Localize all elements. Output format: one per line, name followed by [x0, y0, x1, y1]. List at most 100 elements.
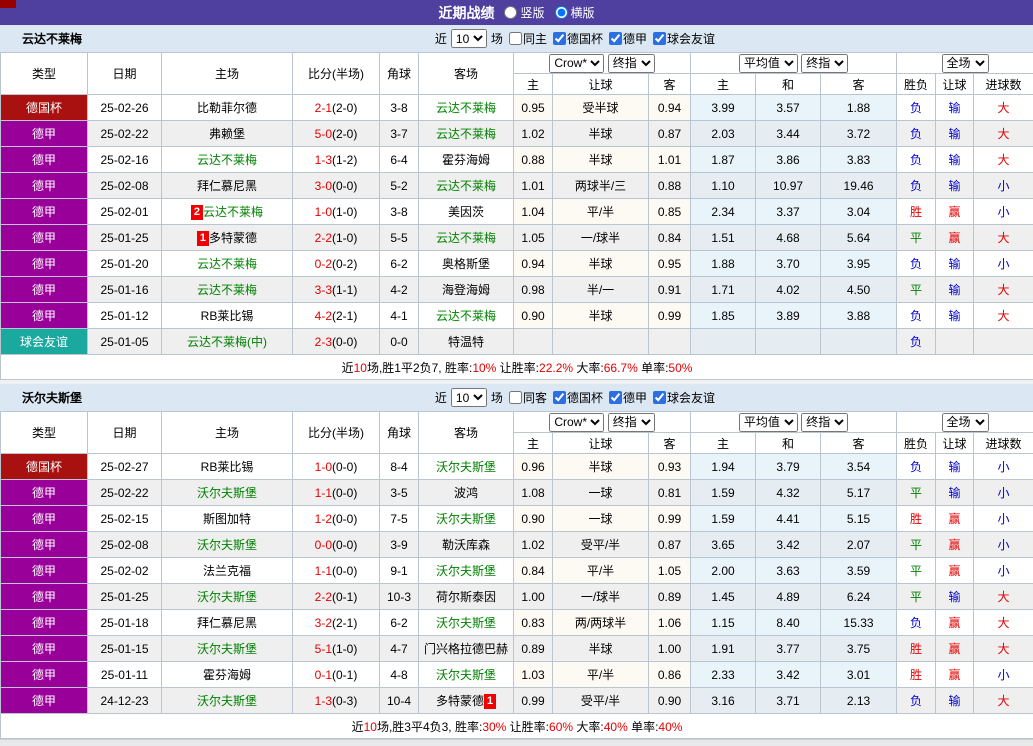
liga-checkbox[interactable]	[609, 32, 622, 45]
team-name[interactable]: 云达不莱梅	[436, 127, 496, 141]
team-name[interactable]: 多特蒙德	[436, 694, 484, 708]
team-name[interactable]: 云达不莱梅	[197, 283, 257, 297]
near-label: 近	[435, 30, 447, 47]
team-name[interactable]: 云达不莱梅(中)	[187, 335, 267, 349]
team-name[interactable]: 波鸿	[454, 486, 478, 500]
let-result-cell: 输	[936, 584, 974, 610]
layout-option-horizontal[interactable]: 横版	[555, 4, 595, 21]
league-filter-cup[interactable]: 德国杯	[549, 30, 603, 47]
team-name[interactable]: 奥格斯堡	[442, 257, 490, 271]
let-result-cell: 赢	[936, 506, 974, 532]
avg-draw-cell: 3.70	[756, 251, 821, 277]
avg-source-select[interactable]: 平均值	[739, 54, 798, 73]
let-result-cell: 赢	[936, 558, 974, 584]
goals-cell: 小	[974, 251, 1033, 277]
scope-select[interactable]: 全场	[942, 54, 989, 73]
team-name[interactable]: 沃尔夫斯堡	[436, 616, 496, 630]
home-team-cell: 云达不莱梅	[162, 251, 293, 277]
match-count-select[interactable]: 10	[451, 388, 487, 407]
team-name[interactable]: 法兰克福	[203, 564, 251, 578]
home-team-cell: 比勒菲尔德	[162, 95, 293, 121]
league-filter-cup[interactable]: 德国杯	[549, 389, 603, 406]
team-name[interactable]: 海登海姆	[442, 283, 490, 297]
team-name[interactable]: 云达不莱梅	[436, 231, 496, 245]
team-name[interactable]: 沃尔夫斯堡	[197, 538, 257, 552]
score-cell: 2-1(2-0)	[293, 95, 380, 121]
same-venue-checkbox[interactable]	[509, 391, 522, 404]
scope-select[interactable]: 全场	[942, 413, 989, 432]
horizontal-radio[interactable]	[555, 6, 568, 19]
team-name[interactable]: RB莱比锡	[201, 460, 254, 474]
league-filter-liga[interactable]: 德甲	[605, 30, 647, 47]
same-venue-checkbox[interactable]	[509, 32, 522, 45]
team-name[interactable]: 斯图加特	[203, 512, 251, 526]
team-name[interactable]: 比勒菲尔德	[197, 101, 257, 115]
odds-time-select[interactable]: 终指	[608, 54, 655, 73]
same-venue-filter[interactable]: 同主	[505, 30, 547, 47]
team-name[interactable]: 沃尔夫斯堡	[197, 590, 257, 604]
team-name[interactable]: 美因茨	[448, 205, 484, 219]
team-name[interactable]: 沃尔夫斯堡	[436, 512, 496, 526]
team-name[interactable]: 勒沃库森	[442, 538, 490, 552]
odds-source-select[interactable]: Crow*	[549, 54, 604, 73]
team-name[interactable]: 云达不莱梅	[436, 101, 496, 115]
avg-time-select[interactable]: 终指	[801, 54, 848, 73]
league-filter-friendly[interactable]: 球会友谊	[649, 389, 715, 406]
odds-source-select[interactable]: Crow*	[549, 413, 604, 432]
team-name[interactable]: 云达不莱梅	[436, 179, 496, 193]
team-name[interactable]: 沃尔夫斯堡	[436, 668, 496, 682]
team-name[interactable]: RB莱比锡	[201, 309, 254, 323]
team-name[interactable]: 多特蒙德	[209, 231, 257, 245]
team-name[interactable]: 沃尔夫斯堡	[197, 642, 257, 656]
score-cell: 1-3(0-3)	[293, 688, 380, 714]
layout-option-vertical[interactable]: 竖版	[504, 4, 544, 21]
cup-checkbox[interactable]	[553, 391, 566, 404]
team-name[interactable]: 弗赖堡	[209, 127, 245, 141]
avg-source-select[interactable]: 平均值	[739, 413, 798, 432]
match-date: 25-02-08	[88, 173, 162, 199]
team-name[interactable]: 拜仁慕尼黑	[197, 616, 257, 630]
corner-cell: 10-4	[380, 688, 419, 714]
avg-home-cell: 2.03	[691, 121, 756, 147]
odds-away-cell	[649, 329, 691, 355]
liga-checkbox[interactable]	[609, 391, 622, 404]
team-name[interactable]: 特温特	[448, 335, 484, 349]
team-name[interactable]: 拜仁慕尼黑	[197, 179, 257, 193]
sub-avg-home: 主	[691, 74, 756, 95]
team-name[interactable]: 门兴格拉德巴赫	[424, 642, 508, 656]
bottom-strip	[0, 739, 1033, 746]
team-name[interactable]: 沃尔夫斯堡	[436, 564, 496, 578]
match-date: 25-01-16	[88, 277, 162, 303]
team-name[interactable]: 霍芬海姆	[203, 668, 251, 682]
away-team-cell: 云达不莱梅	[419, 303, 514, 329]
team-name[interactable]: 荷尔斯泰因	[436, 590, 496, 604]
team-name[interactable]: 云达不莱梅	[197, 153, 257, 167]
odds-away-cell: 0.87	[649, 121, 691, 147]
cup-checkbox[interactable]	[553, 32, 566, 45]
league-filter-friendly[interactable]: 球会友谊	[649, 30, 715, 47]
team-name[interactable]: 沃尔夫斯堡	[197, 694, 257, 708]
team-name[interactable]: 沃尔夫斯堡	[436, 460, 496, 474]
odds-home-cell: 1.04	[514, 199, 553, 225]
match-count-select[interactable]: 10	[451, 29, 487, 48]
odds-time-select[interactable]: 终指	[608, 413, 655, 432]
team-name[interactable]: 云达不莱梅	[197, 257, 257, 271]
half-time-score: (1-2)	[332, 153, 357, 167]
half-time-score: (0-0)	[332, 486, 357, 500]
avg-time-select[interactable]: 终指	[801, 413, 848, 432]
team-name[interactable]: 沃尔夫斯堡	[197, 486, 257, 500]
half-time-score: (0-0)	[332, 564, 357, 578]
avg-draw-cell: 4.89	[756, 584, 821, 610]
league-filter-liga[interactable]: 德甲	[605, 389, 647, 406]
col-home: 主场	[162, 412, 293, 454]
vertical-radio[interactable]	[504, 6, 517, 19]
team-name[interactable]: 云达不莱梅	[203, 205, 263, 219]
odds-home-cell: 0.88	[514, 147, 553, 173]
friendly-checkbox[interactable]	[653, 391, 666, 404]
goals-cell: 小	[974, 532, 1033, 558]
same-venue-filter[interactable]: 同客	[505, 389, 547, 406]
friendly-checkbox[interactable]	[653, 32, 666, 45]
odds-away-cell: 0.99	[649, 303, 691, 329]
team-name[interactable]: 霍芬海姆	[442, 153, 490, 167]
team-name[interactable]: 云达不莱梅	[436, 309, 496, 323]
